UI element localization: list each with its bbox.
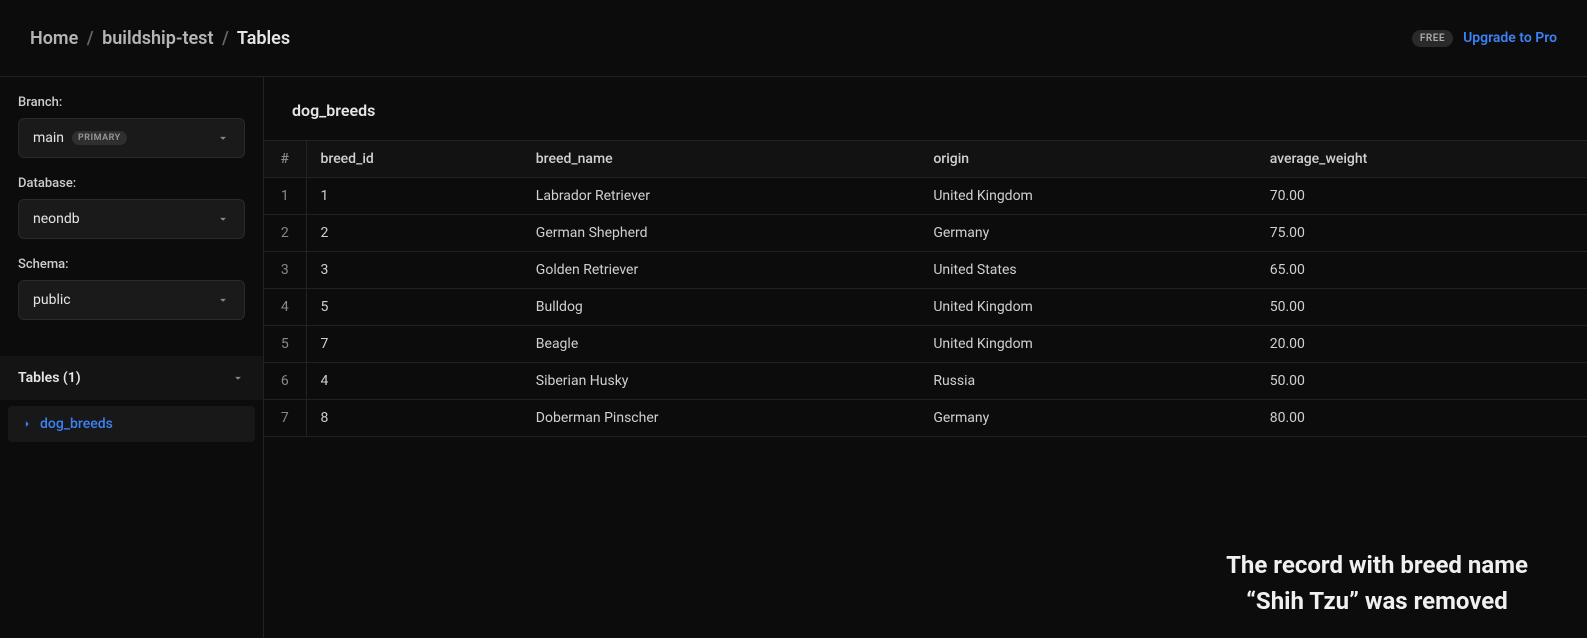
- chevron-down-icon: [216, 131, 230, 145]
- col-breed-name[interactable]: breed_name: [522, 141, 920, 178]
- table-title: dog_breeds: [264, 77, 1587, 140]
- table-row[interactable]: 33Golden RetrieverUnited States65.00: [264, 252, 1587, 289]
- tables-header-label: Tables (1): [18, 370, 81, 386]
- chevron-down-icon: [231, 371, 245, 385]
- breadcrumb: Home / buildship-test / Tables: [30, 28, 290, 49]
- cell-average-weight[interactable]: 75.00: [1256, 215, 1587, 252]
- upgrade-link[interactable]: Upgrade to Pro: [1463, 30, 1557, 46]
- tables-header[interactable]: Tables (1): [0, 356, 263, 400]
- main: Branch: main PRIMARY Database: neondb: [0, 77, 1587, 638]
- schema-section: Schema: public: [0, 257, 263, 338]
- table-header-row: # breed_id breed_name origin average_wei…: [264, 141, 1587, 178]
- plan-badge: FREE: [1412, 30, 1453, 47]
- branch-value: main: [33, 130, 64, 146]
- cell-rownum[interactable]: 7: [264, 400, 306, 437]
- sidebar: Branch: main PRIMARY Database: neondb: [0, 77, 264, 638]
- cell-breed-id[interactable]: 4: [306, 363, 522, 400]
- cell-average-weight[interactable]: 70.00: [1256, 178, 1587, 215]
- cell-rownum[interactable]: 2: [264, 215, 306, 252]
- cell-origin[interactable]: United States: [919, 252, 1255, 289]
- table-row[interactable]: 45BulldogUnited Kingdom50.00: [264, 289, 1587, 326]
- database-value: neondb: [33, 211, 80, 227]
- cell-average-weight[interactable]: 80.00: [1256, 400, 1587, 437]
- breadcrumb-project[interactable]: buildship-test: [102, 28, 213, 49]
- breadcrumb-home[interactable]: Home: [30, 28, 78, 49]
- cell-average-weight[interactable]: 65.00: [1256, 252, 1587, 289]
- schema-label: Schema:: [18, 257, 245, 272]
- cell-breed-name[interactable]: Golden Retriever: [522, 252, 920, 289]
- col-breed-id[interactable]: breed_id: [306, 141, 522, 178]
- cell-rownum[interactable]: 5: [264, 326, 306, 363]
- cell-origin[interactable]: United Kingdom: [919, 289, 1255, 326]
- cell-breed-id[interactable]: 8: [306, 400, 522, 437]
- cell-breed-name[interactable]: Siberian Husky: [522, 363, 920, 400]
- table-row[interactable]: 78Doberman PinscherGermany80.00: [264, 400, 1587, 437]
- breadcrumb-sep: /: [87, 28, 94, 49]
- col-rownum[interactable]: #: [264, 141, 306, 178]
- cell-origin[interactable]: United Kingdom: [919, 178, 1255, 215]
- cell-origin[interactable]: Germany: [919, 215, 1255, 252]
- cell-breed-name[interactable]: Bulldog: [522, 289, 920, 326]
- content: dog_breeds # breed_id breed_name origin …: [264, 77, 1587, 638]
- cell-rownum[interactable]: 4: [264, 289, 306, 326]
- cell-average-weight[interactable]: 50.00: [1256, 289, 1587, 326]
- topbar-right: FREE Upgrade to Pro: [1412, 30, 1557, 47]
- cell-origin[interactable]: Germany: [919, 400, 1255, 437]
- cell-average-weight[interactable]: 20.00: [1256, 326, 1587, 363]
- cell-breed-name[interactable]: Labrador Retriever: [522, 178, 920, 215]
- cell-rownum[interactable]: 1: [264, 178, 306, 215]
- breadcrumb-sep: /: [222, 28, 229, 49]
- cell-breed-id[interactable]: 2: [306, 215, 522, 252]
- cell-breed-id[interactable]: 3: [306, 252, 522, 289]
- database-label: Database:: [18, 176, 245, 191]
- chevron-right-icon: [20, 417, 34, 431]
- annotation-text: The record with breed name “Shih Tzu” wa…: [1217, 547, 1537, 619]
- cell-breed-name[interactable]: Doberman Pinscher: [522, 400, 920, 437]
- col-average-weight[interactable]: average_weight: [1256, 141, 1587, 178]
- schema-select[interactable]: public: [18, 280, 245, 320]
- sidebar-table-dog-breeds[interactable]: dog_breeds: [8, 406, 255, 442]
- cell-origin[interactable]: United Kingdom: [919, 326, 1255, 363]
- cell-rownum[interactable]: 3: [264, 252, 306, 289]
- table-row[interactable]: 57BeagleUnited Kingdom20.00: [264, 326, 1587, 363]
- cell-breed-id[interactable]: 1: [306, 178, 522, 215]
- cell-rownum[interactable]: 6: [264, 363, 306, 400]
- table-row[interactable]: 64Siberian HuskyRussia50.00: [264, 363, 1587, 400]
- database-section: Database: neondb: [0, 176, 263, 257]
- branch-section: Branch: main PRIMARY: [0, 95, 263, 176]
- database-select[interactable]: neondb: [18, 199, 245, 239]
- schema-value: public: [33, 292, 71, 308]
- cell-breed-name[interactable]: German Shepherd: [522, 215, 920, 252]
- table-row[interactable]: 11Labrador RetrieverUnited Kingdom70.00: [264, 178, 1587, 215]
- chevron-down-icon: [216, 293, 230, 307]
- cell-breed-id[interactable]: 7: [306, 326, 522, 363]
- col-origin[interactable]: origin: [919, 141, 1255, 178]
- topbar: Home / buildship-test / Tables FREE Upgr…: [0, 0, 1587, 77]
- branch-select[interactable]: main PRIMARY: [18, 118, 245, 158]
- breadcrumb-current: Tables: [237, 28, 290, 49]
- branch-label: Branch:: [18, 95, 245, 110]
- branch-primary-badge: PRIMARY: [72, 131, 127, 145]
- cell-breed-name[interactable]: Beagle: [522, 326, 920, 363]
- cell-average-weight[interactable]: 50.00: [1256, 363, 1587, 400]
- table-item-label: dog_breeds: [40, 416, 113, 432]
- data-table: # breed_id breed_name origin average_wei…: [264, 140, 1587, 437]
- table-row[interactable]: 22German ShepherdGermany75.00: [264, 215, 1587, 252]
- chevron-down-icon: [216, 212, 230, 226]
- cell-breed-id[interactable]: 5: [306, 289, 522, 326]
- cell-origin[interactable]: Russia: [919, 363, 1255, 400]
